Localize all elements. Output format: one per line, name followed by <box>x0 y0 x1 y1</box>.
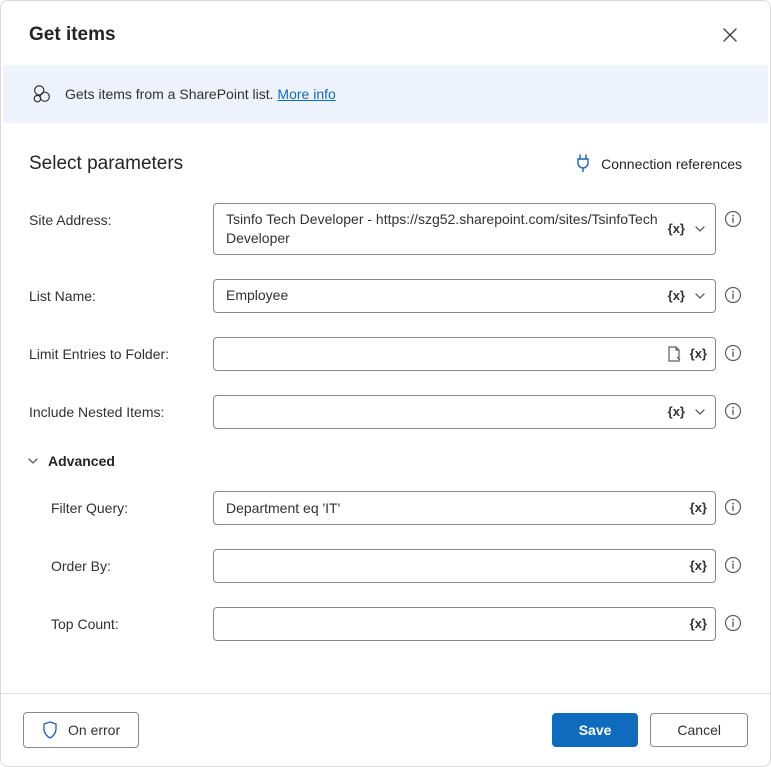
info-icon[interactable] <box>724 344 742 362</box>
row-filter-query: Filter Query: {x} <box>29 491 742 525</box>
more-info-link[interactable]: More info <box>277 86 335 102</box>
on-error-label: On error <box>68 722 120 738</box>
connection-references-label: Connection references <box>601 156 742 172</box>
row-site-address: Site Address: Tsinfo Tech Developer - ht… <box>29 203 742 255</box>
label-list-name: List Name: <box>29 279 199 304</box>
dialog-header: Get items <box>1 1 770 65</box>
dynamic-content-button[interactable]: {x} <box>690 558 707 573</box>
close-icon <box>722 27 738 43</box>
dynamic-content-button[interactable]: {x} <box>690 500 707 515</box>
advanced-section: Filter Query: {x} Order By: <box>29 491 742 641</box>
label-top-count: Top Count: <box>29 607 199 632</box>
limit-folder-input[interactable]: {x} <box>213 337 716 371</box>
include-nested-dropdown[interactable]: {x} <box>213 395 716 429</box>
chevron-down-icon <box>26 454 40 468</box>
dynamic-content-button[interactable]: {x} <box>668 221 685 236</box>
info-icon[interactable] <box>724 402 742 420</box>
info-banner: Gets items from a SharePoint list. More … <box>3 65 768 123</box>
info-icon[interactable] <box>724 286 742 304</box>
advanced-label: Advanced <box>48 453 115 469</box>
info-icon[interactable] <box>724 556 742 574</box>
dynamic-content-button[interactable]: {x} <box>668 404 685 419</box>
shield-icon <box>42 721 58 739</box>
advanced-toggle[interactable]: Advanced <box>26 453 742 469</box>
cancel-button[interactable]: Cancel <box>650 713 748 747</box>
file-picker-icon[interactable] <box>666 345 682 363</box>
list-name-dropdown[interactable]: Employee {x} <box>213 279 716 313</box>
save-button[interactable]: Save <box>552 713 639 747</box>
plug-icon <box>575 154 591 175</box>
filter-query-input[interactable]: {x} <box>213 491 716 525</box>
top-count-input[interactable]: {x} <box>213 607 716 641</box>
filter-query-field[interactable] <box>226 500 682 516</box>
dynamic-content-button[interactable]: {x} <box>690 616 707 631</box>
connection-references-link[interactable]: Connection references <box>575 154 742 175</box>
dialog-footer: On error Save Cancel <box>1 693 770 766</box>
chevron-down-icon[interactable] <box>693 405 707 419</box>
label-filter-query: Filter Query: <box>29 491 199 516</box>
row-include-nested: Include Nested Items: {x} <box>29 395 742 429</box>
info-icon[interactable] <box>724 210 742 228</box>
banner-description: Gets items from a SharePoint list. <box>65 86 274 102</box>
close-button[interactable] <box>718 23 742 47</box>
site-address-value: Tsinfo Tech Developer - https://szg52.sh… <box>226 210 660 248</box>
label-order-by: Order By: <box>29 549 199 574</box>
label-include-nested: Include Nested Items: <box>29 395 199 420</box>
order-by-input[interactable]: {x} <box>213 549 716 583</box>
order-by-field[interactable] <box>226 558 682 574</box>
row-order-by: Order By: {x} <box>29 549 742 583</box>
sharepoint-icon <box>31 83 53 105</box>
chevron-down-icon[interactable] <box>693 222 707 236</box>
section-header: Select parameters Connection references <box>29 153 742 175</box>
site-address-dropdown[interactable]: Tsinfo Tech Developer - https://szg52.sh… <box>213 203 716 255</box>
dialog-title: Get items <box>29 24 116 46</box>
dialog: Get items Gets items from a SharePoint l… <box>0 0 771 767</box>
section-title: Select parameters <box>29 153 183 175</box>
row-limit-folder: Limit Entries to Folder: {x} <box>29 337 742 371</box>
row-list-name: List Name: Employee {x} <box>29 279 742 313</box>
dynamic-content-button[interactable]: {x} <box>690 346 707 361</box>
info-icon[interactable] <box>724 498 742 516</box>
row-top-count: Top Count: {x} <box>29 607 742 641</box>
limit-folder-field[interactable] <box>226 346 658 362</box>
chevron-down-icon[interactable] <box>693 289 707 303</box>
info-banner-text: Gets items from a SharePoint list. More … <box>65 86 336 102</box>
list-name-value: Employee <box>226 286 660 305</box>
dialog-body: Select parameters Connection references … <box>1 123 770 693</box>
info-icon[interactable] <box>724 614 742 632</box>
label-site-address: Site Address: <box>29 203 199 228</box>
dynamic-content-button[interactable]: {x} <box>668 288 685 303</box>
top-count-field[interactable] <box>226 616 682 632</box>
on-error-button[interactable]: On error <box>23 712 139 748</box>
label-limit-folder: Limit Entries to Folder: <box>29 337 199 362</box>
